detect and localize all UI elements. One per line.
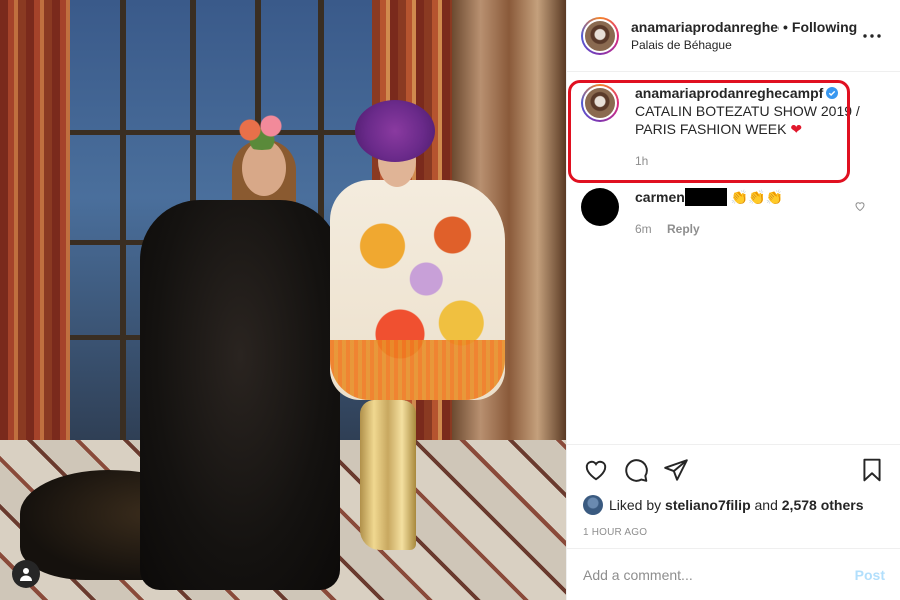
comments-list: anamariaprodanreghecampf CATALIN BOTEZAT…: [567, 72, 900, 444]
following-button[interactable]: Following: [792, 19, 857, 35]
caption-line-2-text: PARIS FASHION WEEK: [635, 121, 787, 137]
caption-line-1: CATALIN BOTEZATU SHOW 2019 /: [635, 103, 860, 119]
caption-body: anamariaprodanreghecampf CATALIN BOTEZAT…: [635, 84, 860, 170]
comment-text: 👏👏👏: [730, 189, 783, 205]
caption-line-2: PARIS FASHION WEEK ❤: [635, 120, 860, 138]
redaction-bar: [684, 188, 727, 206]
author-username-link[interactable]: anamariaprodanreghec: [631, 19, 779, 35]
caption-username-text: anamariaprodanreghecampf: [635, 85, 824, 101]
more-options-icon[interactable]: [860, 24, 884, 48]
likes-prefix: Liked by: [609, 497, 662, 513]
likes-count-link[interactable]: 2,578 others: [782, 497, 864, 513]
header-line: anamariaprodanreghec • Following: [631, 19, 860, 35]
flower-crown-left: [232, 110, 292, 150]
comment-bubble-icon[interactable]: [623, 457, 649, 483]
comment-meta: 6m Reply: [635, 220, 884, 238]
verified-badge-icon: [826, 87, 839, 99]
comment-like-heart-icon[interactable]: [854, 200, 866, 212]
comment-body: carmen 👏👏👏 6m Reply: [635, 188, 884, 238]
likes-summary: Liked by steliano7filip and 2,578 others: [583, 495, 885, 515]
likes-text: Liked by steliano7filip and 2,578 others: [609, 497, 863, 513]
flower-crown-right: [355, 100, 435, 162]
add-comment-bar: Post: [567, 548, 900, 600]
comment-item: carmen 👏👏👏 6m Reply: [581, 188, 884, 238]
liker-avatar[interactable]: [583, 495, 603, 515]
post-comment-button[interactable]: Post: [855, 567, 885, 583]
window-mullion: [120, 0, 126, 440]
commenter-username[interactable]: carmen: [635, 189, 685, 205]
add-comment-input[interactable]: [583, 566, 855, 583]
location-link[interactable]: Palais de Béhague: [631, 38, 860, 52]
window-transom: [62, 130, 382, 135]
post-time-ago[interactable]: 1 HOUR AGO: [583, 527, 885, 538]
comment-time[interactable]: 6m: [635, 222, 652, 236]
save-bookmark-icon[interactable]: [859, 457, 885, 483]
header-text: anamariaprodanreghec • Following Palais …: [631, 19, 860, 52]
action-icons: [583, 455, 885, 485]
black-dress: [140, 200, 340, 590]
post-sidebar: anamariaprodanreghec • Following Palais …: [566, 0, 900, 600]
curtain-left: [0, 0, 70, 480]
like-heart-icon[interactable]: [583, 457, 609, 483]
red-heart-emoji: ❤: [790, 121, 803, 137]
share-paper-plane-icon[interactable]: [663, 457, 689, 483]
post-photo[interactable]: [0, 0, 566, 600]
caption-username[interactable]: anamariaprodanreghecampf: [635, 84, 839, 102]
author-avatar[interactable]: [581, 16, 619, 55]
commenter-avatar[interactable]: [581, 188, 619, 226]
orange-fringe: [330, 340, 505, 400]
post-actions: Liked by steliano7filip and 2,578 others…: [567, 444, 900, 538]
post-header: anamariaprodanreghec • Following Palais …: [567, 0, 900, 72]
caption-time[interactable]: 1h: [635, 152, 860, 170]
reply-button[interactable]: Reply: [667, 222, 700, 236]
caption: anamariaprodanreghecampf CATALIN BOTEZAT…: [581, 84, 884, 170]
liker-username[interactable]: steliano7filip: [665, 497, 751, 513]
likes-joiner: and: [754, 497, 778, 513]
caption-avatar[interactable]: [581, 84, 619, 122]
separator-dot: •: [783, 19, 788, 35]
gold-boots: [360, 400, 416, 550]
tagged-user-icon[interactable]: [12, 560, 40, 588]
